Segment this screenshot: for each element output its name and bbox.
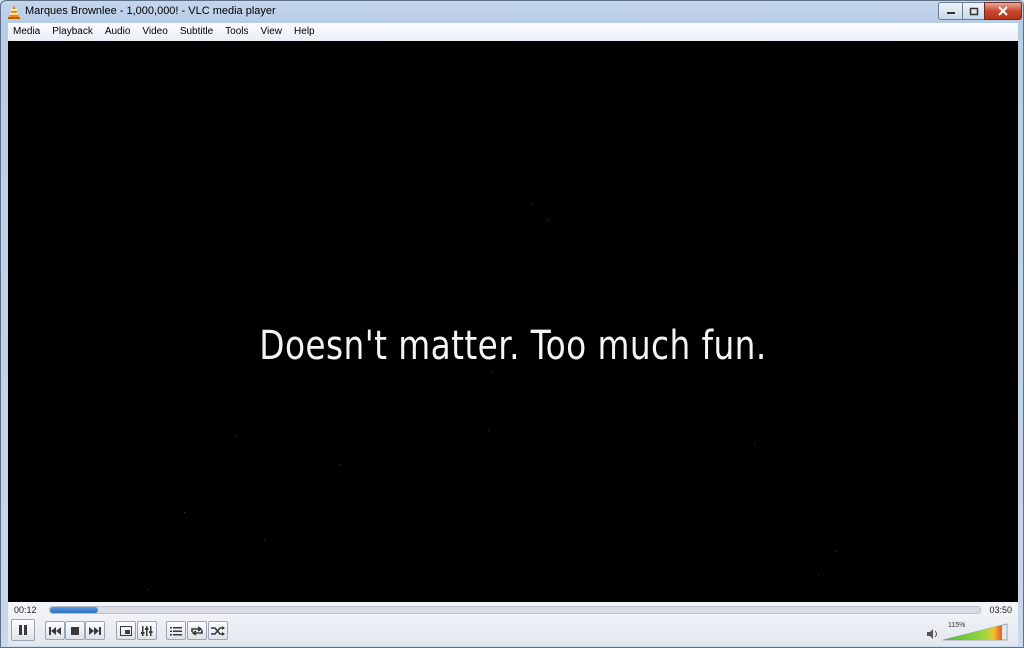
loop-button[interactable]: [187, 621, 207, 640]
menu-help[interactable]: Help: [288, 23, 321, 41]
pause-icon: [19, 625, 27, 635]
menu-audio[interactable]: Audio: [99, 23, 137, 41]
maximize-icon: [969, 7, 979, 15]
menu-video[interactable]: Video: [136, 23, 173, 41]
stop-icon: [71, 626, 79, 635]
shuffle-icon: [211, 625, 225, 636]
minimize-button[interactable]: [938, 2, 964, 20]
menu-tools[interactable]: Tools: [219, 23, 254, 41]
elapsed-time: 00:12: [14, 605, 37, 615]
volume-slider[interactable]: [943, 623, 1009, 641]
close-icon: [998, 6, 1008, 16]
total-time: 03:50: [989, 605, 1012, 615]
video-area[interactable]: Doesn't matter. Too much fun.: [8, 41, 1018, 602]
stop-button[interactable]: [65, 621, 85, 640]
seek-bar[interactable]: [49, 606, 981, 614]
control-panel: 00:12 03:50 115%: [8, 602, 1018, 646]
vlc-window: Marques Brownlee - 1,000,000! - VLC medi…: [0, 0, 1024, 648]
next-icon: [89, 626, 101, 635]
maximize-button[interactable]: [962, 2, 986, 20]
playlist-button[interactable]: [166, 621, 186, 640]
menu-view[interactable]: View: [255, 23, 289, 41]
window-title: Marques Brownlee - 1,000,000! - VLC medi…: [25, 5, 276, 17]
loop-icon: [191, 625, 203, 636]
volume-level: [943, 624, 1002, 640]
title-bar[interactable]: Marques Brownlee - 1,000,000! - VLC medi…: [1, 1, 1023, 23]
vlc-cone-icon: [8, 5, 20, 19]
previous-icon: [49, 626, 61, 635]
close-button[interactable]: [984, 2, 1022, 20]
menu-bar: Media Playback Audio Video Subtitle Tool…: [8, 23, 1018, 42]
menu-playback[interactable]: Playback: [46, 23, 99, 41]
speaker-icon[interactable]: [927, 629, 939, 639]
minimize-icon: [947, 12, 955, 14]
next-button[interactable]: [85, 621, 105, 640]
extended-settings-button[interactable]: [137, 621, 157, 640]
previous-button[interactable]: [45, 621, 65, 640]
video-subtitle-text: Doesn't matter. Too much fun.: [259, 323, 767, 369]
extended-settings-icon: [141, 625, 153, 636]
shuffle-button[interactable]: [208, 621, 228, 640]
playlist-icon: [170, 626, 182, 635]
pause-button[interactable]: [11, 619, 35, 641]
seek-progress: [50, 607, 99, 613]
menu-subtitle[interactable]: Subtitle: [174, 23, 219, 41]
fullscreen-icon: [120, 625, 132, 636]
fullscreen-button[interactable]: [116, 621, 136, 640]
menu-media[interactable]: Media: [8, 23, 46, 41]
